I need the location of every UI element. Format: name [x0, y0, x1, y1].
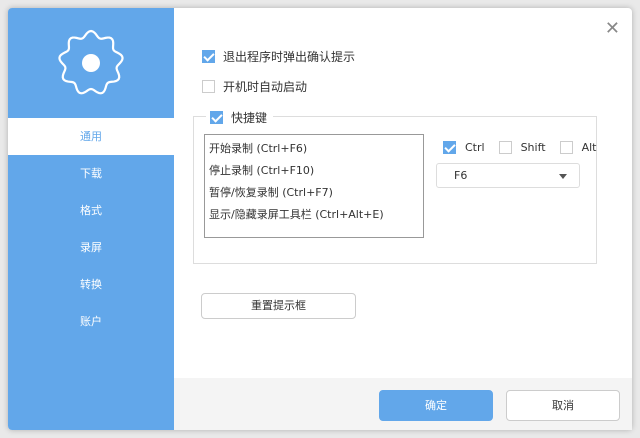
list-item[interactable]: 暂停/恢复录制 (Ctrl+F7) — [209, 182, 419, 204]
list-item[interactable]: 开始录制 (Ctrl+F6) — [209, 138, 419, 160]
alt-checkbox[interactable] — [559, 141, 573, 154]
sidebar: 通用 下载 格式 录屏 转换 账户 — [8, 8, 174, 430]
shift-label: Shift — [520, 141, 546, 154]
confirm-exit-checkbox[interactable] — [202, 50, 215, 63]
sidebar-item-download[interactable]: 下载 — [8, 155, 174, 192]
list-item[interactable]: 停止录制 (Ctrl+F10) — [209, 160, 419, 182]
auto-start-checkbox[interactable] — [202, 80, 215, 93]
logo — [8, 8, 174, 118]
sidebar-item-general[interactable]: 通用 — [8, 118, 174, 155]
confirm-exit-option[interactable]: 退出程序时弹出确认提示 — [202, 48, 355, 65]
hotkey-toggle[interactable]: 快捷键 — [206, 109, 274, 126]
key-select[interactable]: F6 — [436, 163, 580, 188]
ok-button[interactable]: 确定 — [379, 390, 493, 421]
chevron-down-icon — [559, 174, 567, 183]
shift-checkbox[interactable] — [498, 141, 512, 154]
hotkey-checkbox[interactable] — [210, 111, 223, 124]
close-icon[interactable]: ✕ — [605, 18, 620, 39]
reset-prompts-button[interactable]: 重置提示框 — [201, 293, 356, 319]
ctrl-label: Ctrl — [465, 141, 485, 154]
alt-label: Alt — [581, 141, 597, 154]
sidebar-item-record[interactable]: 录屏 — [8, 229, 174, 266]
sidebar-item-convert[interactable]: 转换 — [8, 266, 174, 303]
sidebar-item-format[interactable]: 格式 — [8, 192, 174, 229]
auto-start-label: 开机时自动启动 — [223, 80, 308, 94]
flower-gear-icon — [58, 29, 124, 95]
hotkey-label: 快捷键 — [231, 111, 268, 125]
ctrl-checkbox[interactable] — [443, 141, 456, 154]
auto-start-option[interactable]: 开机时自动启动 — [202, 78, 307, 95]
key-select-value: F6 — [454, 169, 468, 182]
cancel-button[interactable]: 取消 — [506, 390, 620, 421]
sidebar-item-account[interactable]: 账户 — [8, 303, 174, 340]
confirm-exit-label: 退出程序时弹出确认提示 — [223, 50, 356, 64]
hotkey-list[interactable]: 开始录制 (Ctrl+F6) 停止录制 (Ctrl+F10) 暂停/恢复录制 (… — [204, 134, 424, 238]
list-item[interactable]: 显示/隐藏录屏工具栏 (Ctrl+Alt+E) — [209, 204, 419, 226]
